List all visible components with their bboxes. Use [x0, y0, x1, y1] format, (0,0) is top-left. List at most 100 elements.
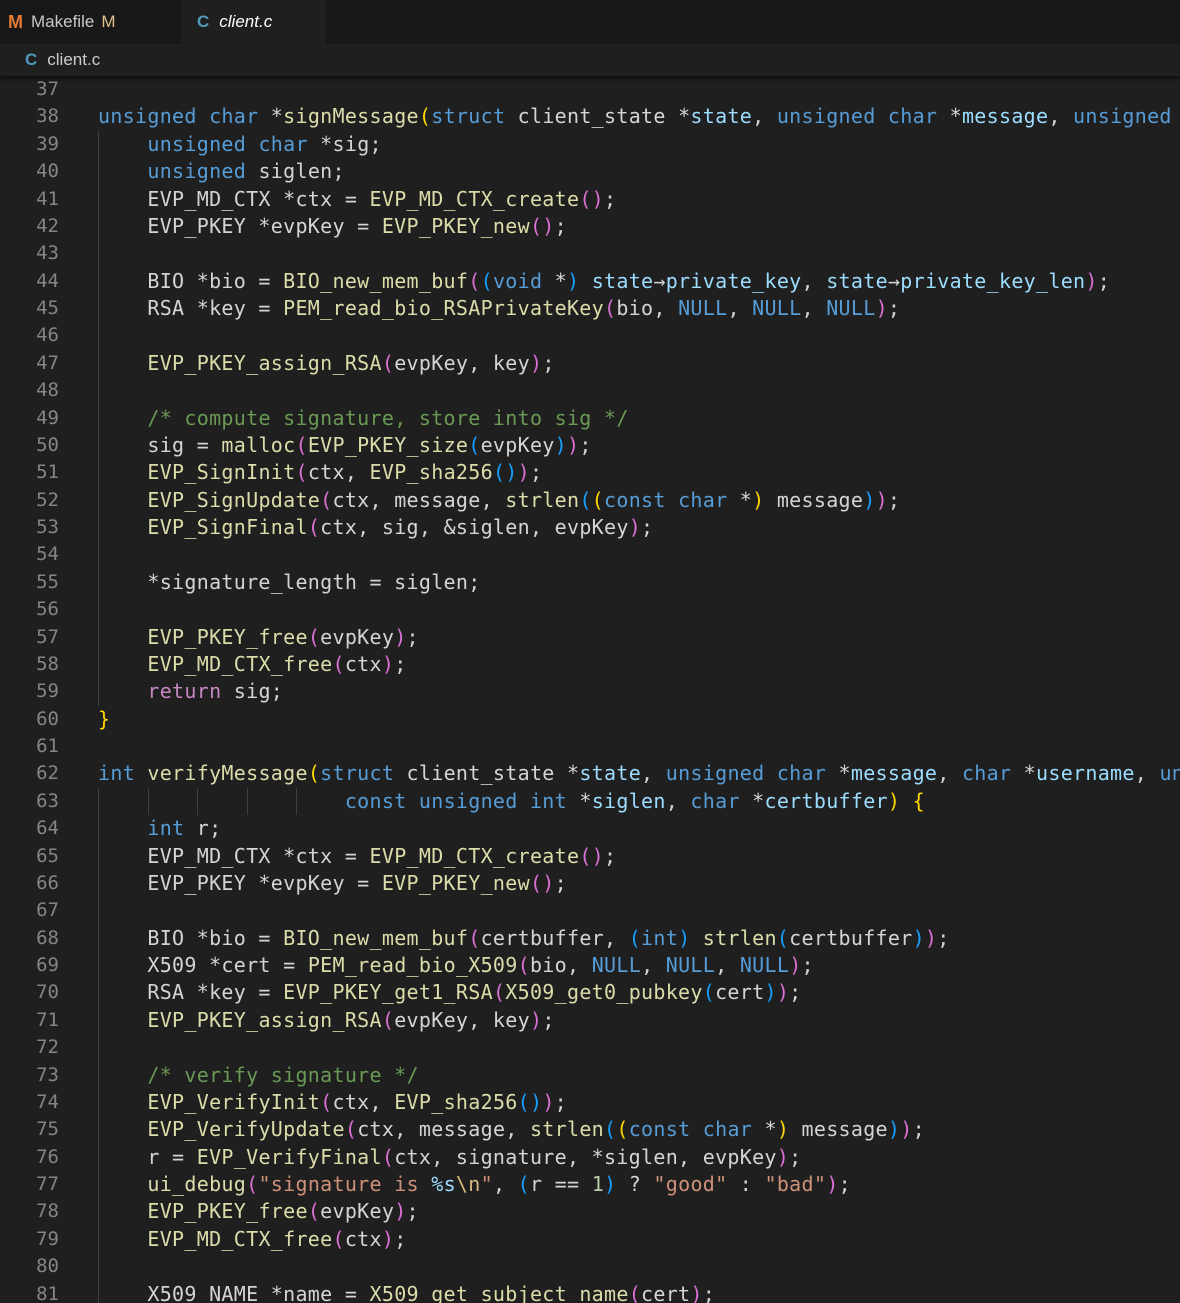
code-line[interactable]: 64 int r;	[0, 815, 1180, 843]
code-token: cert	[641, 1281, 691, 1303]
code-line[interactable]: 58 EVP_MD_CTX_free(ctx);	[0, 650, 1180, 679]
code-line[interactable]: 45 RSA *key = PEM_read_bio_RSAPrivateKey…	[0, 295, 1180, 323]
code-token: (	[628, 1281, 642, 1303]
code-token: )	[628, 515, 642, 539]
code-text: EVP_MD_CTX *ctx = EVP_MD_CTX_create();	[98, 186, 616, 213]
line-number: 67	[36, 899, 59, 922]
code-line[interactable]: 50 sig = malloc(EVP_PKEY_size(evpKey));	[0, 431, 1180, 460]
line-number: 47	[36, 351, 59, 374]
code-editor[interactable]: 37 38 unsigned char *signMessage(struct cl…	[0, 76, 1180, 1303]
code-token: EVP_PKEY_free	[147, 624, 308, 649]
code-token: *	[542, 268, 567, 293]
indent-guide	[98, 240, 99, 268]
tab-client-c[interactable]: C client.c	[181, 0, 326, 44]
code-token: sig;	[221, 679, 284, 704]
code-line[interactable]: 72	[0, 1034, 1180, 1062]
code-token: BIO *bio =	[98, 268, 284, 293]
code-token: strlen	[505, 487, 580, 512]
code-token: (	[320, 1089, 333, 1114]
code-line[interactable]: 37	[0, 76, 1180, 103]
indent-guide	[98, 1253, 99, 1281]
code-line[interactable]: 46	[0, 322, 1180, 350]
code-line[interactable]: 67	[0, 897, 1180, 925]
code-line[interactable]: 44 BIO *bio = BIO_new_mem_buf((void *) s…	[0, 267, 1180, 295]
code-line[interactable]: 53 EVP_SignFinal(ctx, sig, &siglen, evpK…	[0, 514, 1180, 542]
code-text: unsigned siglen;	[98, 158, 345, 185]
code-line[interactable]: 78 EVP_PKEY_free(evpKey);	[0, 1198, 1180, 1226]
breadcrumb-file[interactable]: client.c	[47, 50, 100, 70]
code-token: )	[690, 1281, 703, 1303]
code-line[interactable]: 77 ui_debug("signature is %s\n", (r == 1…	[0, 1171, 1180, 1199]
code-line[interactable]: 38 unsigned char *signMessage(struct clie…	[0, 103, 1180, 130]
code-line[interactable]: 80	[0, 1253, 1180, 1281]
code-line[interactable]: 66 EVP_PKEY *evpKey = EVP_PKEY_new();	[0, 869, 1180, 898]
code-token: char	[702, 1117, 753, 1142]
code-token: ;	[554, 870, 567, 895]
code-line[interactable]: 75 EVP_VerifyUpdate(ctx, message, strlen…	[0, 1116, 1180, 1144]
code-line[interactable]: 69 X509 *cert = PEM_read_bio_X509(bio, N…	[0, 952, 1180, 980]
code-token: )	[394, 1199, 407, 1224]
code-line[interactable]: 81 X509_NAME *name = X509_get_subject_na…	[0, 1280, 1180, 1303]
code-line[interactable]: 41 EVP_MD_CTX *ctx = EVP_MD_CTX_create()…	[0, 185, 1180, 213]
code-line[interactable]: 43	[0, 240, 1180, 268]
code-token: ;	[1097, 268, 1111, 293]
code-token: int	[641, 925, 679, 950]
code-line[interactable]: 60}	[0, 706, 1180, 733]
code-token: EVP_SignUpdate	[147, 487, 321, 512]
code-line[interactable]: 79 EVP_MD_CTX_free(ctx);	[0, 1225, 1180, 1254]
code-line[interactable]: 39 unsigned char *sig;	[0, 130, 1180, 159]
code-token: struct	[320, 761, 395, 786]
code-line[interactable]: 47 EVP_PKEY_assign_RSA(evpKey, key);	[0, 349, 1180, 378]
code-line[interactable]: 59 return sig;	[0, 678, 1180, 706]
code-line[interactable]: 52 EVP_SignUpdate(ctx, message, strlen((…	[0, 486, 1180, 514]
tab-bar: M Makefile M C client.c	[0, 0, 1180, 44]
code-line[interactable]: 62 int verifyMessage(struct client_state …	[0, 760, 1180, 787]
code-token: "good"	[653, 1172, 728, 1196]
code-line[interactable]: 71 EVP_PKEY_assign_RSA(evpKey, key);	[0, 1006, 1180, 1035]
code-line[interactable]: 74 EVP_VerifyInit(ctx, EVP_sha256());	[0, 1088, 1180, 1117]
code-line[interactable]: 55 *signature_length = siglen;	[0, 568, 1180, 597]
line-number: 79	[36, 1227, 59, 1250]
code-token: int	[98, 761, 136, 786]
code-line[interactable]: 48	[0, 377, 1180, 405]
code-line[interactable]: 65 EVP_MD_CTX *ctx = EVP_MD_CTX_create()…	[0, 842, 1180, 870]
code-token: EVP_sha256	[369, 460, 493, 485]
breadcrumb: C client.c	[0, 44, 1180, 76]
code-token: private_key	[665, 268, 802, 293]
code-text: int verifyMessage(struct client_state *s…	[98, 760, 1180, 787]
code-line[interactable]: 49 /* compute signature, store into sig …	[0, 404, 1180, 432]
code-line[interactable]: 54	[0, 541, 1180, 569]
code-token: *	[258, 104, 284, 129]
code-line[interactable]: 68 BIO *bio = BIO_new_mem_buf(certbuffer…	[0, 924, 1180, 952]
code-line[interactable]: 73 /* verify signature */	[0, 1061, 1180, 1089]
code-token: malloc	[221, 432, 296, 457]
code-line[interactable]: 70 RSA *key = EVP_PKEY_get1_RSA(X509_get…	[0, 979, 1180, 1007]
indent-guide	[98, 322, 99, 350]
code-token: username	[1036, 761, 1135, 786]
code-line[interactable]: 57 EVP_PKEY_free(evpKey);	[0, 623, 1180, 651]
code-token: )	[776, 980, 790, 1005]
tab-makefile[interactable]: M Makefile M	[0, 0, 181, 44]
code-line[interactable]: 56	[0, 596, 1180, 624]
code-text: RSA *key = EVP_PKEY_get1_RSA(X509_get0_p…	[98, 979, 802, 1006]
code-line[interactable]: 51 EVP_SignInit(ctx, EVP_sha256());	[0, 459, 1180, 487]
code-token: ,	[801, 268, 827, 293]
code-token: state	[690, 104, 753, 129]
code-token: →	[887, 268, 901, 293]
code-token: EVP_PKEY *evpKey =	[98, 213, 382, 238]
code-token: X509 *cert =	[98, 953, 308, 977]
code-token: EVP_PKEY_assign_RSA	[147, 1007, 382, 1032]
code-line[interactable]: 63 const unsigned int *siglen, char *cer…	[0, 787, 1180, 816]
code-line[interactable]: 61	[0, 733, 1180, 760]
code-line[interactable]: 76 r = EVP_VerifyFinal(ctx, signature, *…	[0, 1143, 1180, 1171]
code-line[interactable]: 42 EVP_PKEY *evpKey = EVP_PKEY_new();	[0, 212, 1180, 241]
code-token: )	[517, 460, 530, 485]
code-line[interactable]: 40 unsigned siglen;	[0, 158, 1180, 186]
code-token: client_state *	[505, 104, 691, 129]
code-token: un	[1159, 761, 1180, 786]
